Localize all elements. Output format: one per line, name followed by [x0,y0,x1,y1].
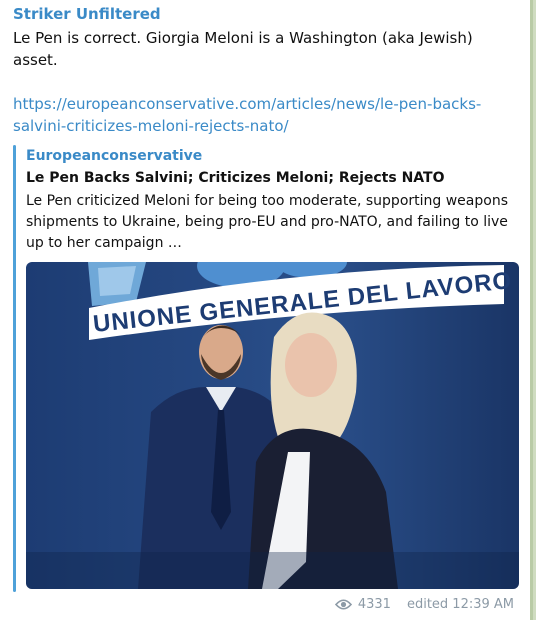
message-text: Le Pen is correct. Giorgia Meloni is a W… [13,29,473,69]
view-count: 4331 [357,597,391,612]
preview-description: Le Pen criticized Meloni for being too m… [26,193,508,251]
edited-timestamp: edited 12:39 AM [406,597,514,612]
preview-accent-bar [13,145,16,592]
message-bubble: Striker Unfiltered Le Pen is correct. Gi… [0,0,533,620]
preview-site-name: Europeanconservative [26,148,203,164]
sender-name[interactable]: Striker Unfiltered [13,5,161,23]
preview-image[interactable]: UNIONE GENERALE DEL LAVORO [26,262,519,589]
eye-icon [334,599,352,610]
message-meta: 4331 edited 12:39 AM [334,597,514,612]
article-link[interactable]: https://europeanconservative.com/article… [13,93,513,137]
preview-title: Le Pen Backs Salvini; Criticizes Meloni;… [26,170,445,186]
